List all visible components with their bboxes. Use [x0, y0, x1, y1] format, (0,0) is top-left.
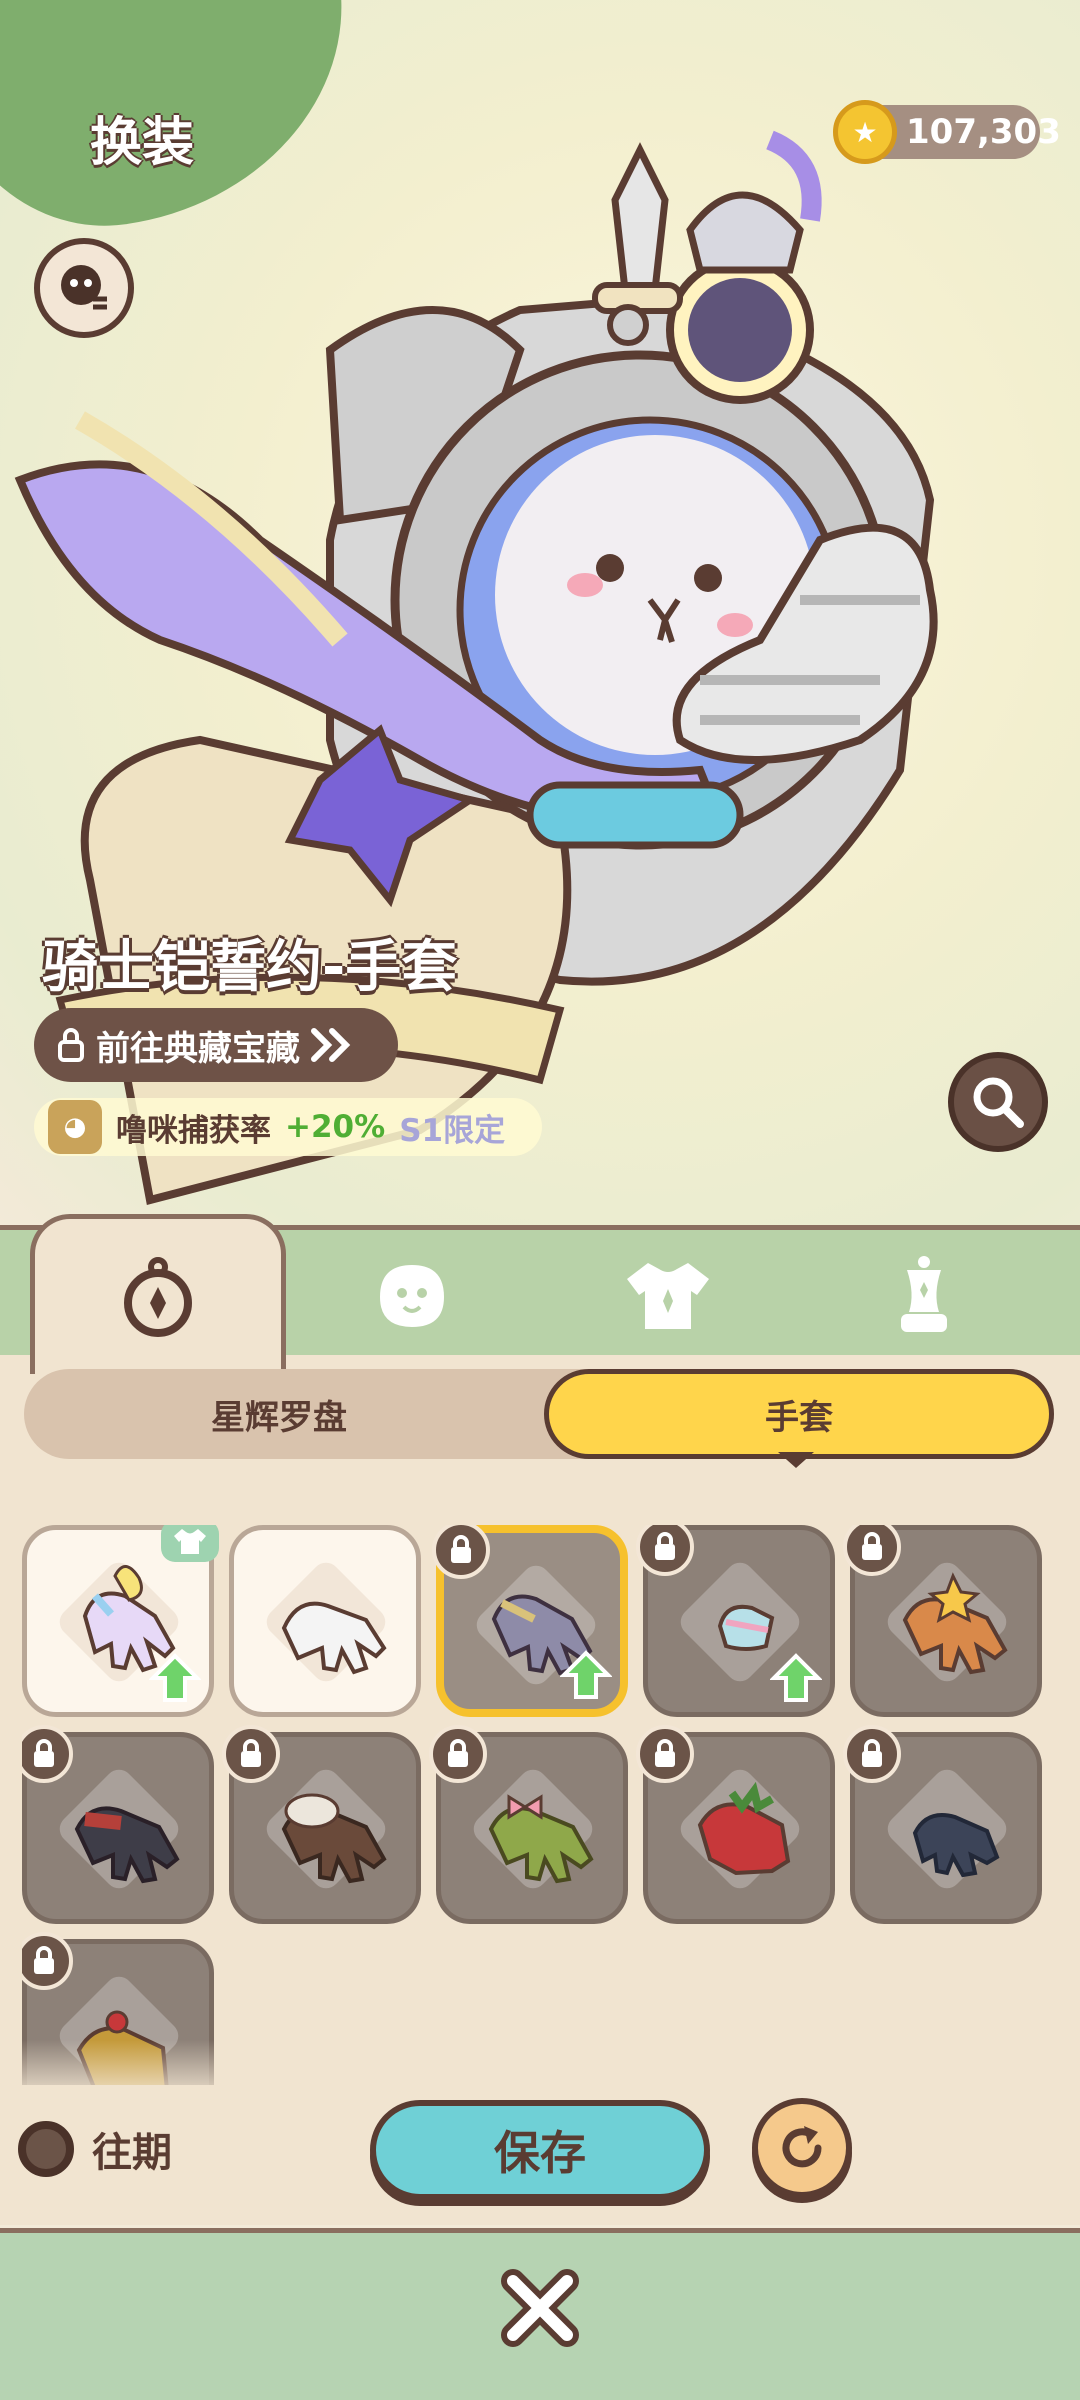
item-name: 骑士铠誓约-手套 [42, 935, 458, 1000]
capture-rate-value: +20% [285, 1109, 386, 1145]
coin-icon: ★ [833, 100, 897, 164]
past-label: 往期 [92, 2130, 172, 2176]
showcase-area: 换装 107,303 ★ 骑士铠誓约-手套 前往典藏宝藏 ◕ 噜咪捕获率 +20… [0, 0, 1080, 1225]
item-knight-gauntlet[interactable] [432, 1525, 628, 1717]
tab-face[interactable] [312, 1230, 512, 1360]
tab-outfit[interactable] [568, 1230, 768, 1360]
subtab-star-compass[interactable]: 星辉罗盘 [24, 1369, 534, 1459]
tab-compass[interactable] [30, 1214, 286, 1374]
goto-treasure-button[interactable]: 前往典藏宝藏 [34, 1008, 398, 1082]
subcategory-tabs: 星辉罗盘 手套 [24, 1369, 1054, 1459]
mannequin-icon [901, 1256, 947, 1332]
coin-amount: 107,303 [906, 112, 1061, 152]
past-items-toggle[interactable]: 往期 [18, 2120, 172, 2178]
item-pastel-glove[interactable] [22, 1525, 219, 1717]
item-bow-green-glove[interactable] [429, 1725, 628, 1924]
capture-rate-bar: ◕ 噜咪捕获率 +20% S1限定 [34, 1098, 542, 1156]
double-chevron-right-icon [311, 1028, 351, 1062]
shirt-icon [174, 1529, 206, 1554]
upgrade-arrow-icon [770, 1653, 822, 1702]
lock-icon [58, 1028, 84, 1062]
lock-badge [636, 1725, 694, 1783]
lock-badge [843, 1725, 901, 1783]
zoom-button[interactable] [948, 1052, 1048, 1152]
subtab-gloves[interactable]: 手套 [544, 1369, 1054, 1459]
item-fur-brown-glove[interactable] [222, 1725, 421, 1924]
lock-icon [448, 1739, 468, 1767]
refresh-icon [782, 2126, 822, 2168]
strawberry-glove-icon [697, 1781, 791, 1876]
navy-glove-icon [912, 1813, 1000, 1878]
item-strawberry-glove[interactable] [636, 1725, 835, 1924]
equipped-badge [161, 1525, 219, 1562]
outfit-icon [627, 1263, 709, 1329]
page-title: 换装 [90, 113, 195, 173]
lock-badge [429, 1725, 487, 1783]
lock-icon [862, 1739, 882, 1767]
lock-icon [862, 1532, 882, 1560]
lock-icon [655, 1739, 675, 1767]
category-tabs [0, 1214, 1080, 1374]
item-cake-glove[interactable] [636, 1525, 835, 1717]
subtab-pointer [778, 1452, 814, 1468]
capture-rate-label: 噜咪捕获率 [116, 1112, 271, 1149]
tab-mannequin[interactable] [824, 1230, 1024, 1360]
item-white-glove[interactable] [229, 1525, 421, 1717]
compass-icon [124, 1256, 192, 1337]
bow-green-glove-icon [488, 1794, 594, 1884]
magnifier-icon [973, 1077, 1024, 1128]
grid-fade [0, 2040, 1080, 2100]
item-navy-glove[interactable] [843, 1725, 1042, 1924]
lock-icon [241, 1739, 261, 1767]
fur-brown-glove-icon [281, 1793, 387, 1884]
cat-face-off-icon [61, 265, 107, 310]
upgrade-arrow-icon [149, 1653, 201, 1702]
black-red-glove-icon [74, 1806, 180, 1884]
season-limit-tag: S1限定 [399, 1112, 506, 1149]
item-grid [22, 1525, 1062, 2085]
close-icon [501, 2269, 579, 2347]
close-button[interactable] [490, 2258, 590, 2358]
save-button[interactable]: 保存 [370, 2100, 710, 2200]
lock-badge [222, 1725, 280, 1783]
lock-icon [34, 1739, 54, 1767]
face-icon [380, 1265, 444, 1327]
star-orange-glove-icon [902, 1572, 1008, 1675]
lock-icon [451, 1535, 471, 1563]
reset-button[interactable] [752, 2098, 852, 2198]
cat-badge-icon: ◕ [48, 1100, 102, 1154]
lock-icon [34, 1946, 54, 1974]
item-star-orange-glove[interactable] [843, 1525, 1042, 1717]
past-radio[interactable] [18, 2121, 74, 2177]
hide-character-button[interactable] [34, 238, 134, 338]
lock-icon [655, 1532, 675, 1560]
upgrade-arrow-icon [560, 1650, 612, 1699]
item-black-red-glove[interactable] [22, 1725, 214, 1924]
goto-treasure-label: 前往典藏宝藏 [96, 1028, 300, 1069]
white-glove-icon [281, 1601, 387, 1675]
